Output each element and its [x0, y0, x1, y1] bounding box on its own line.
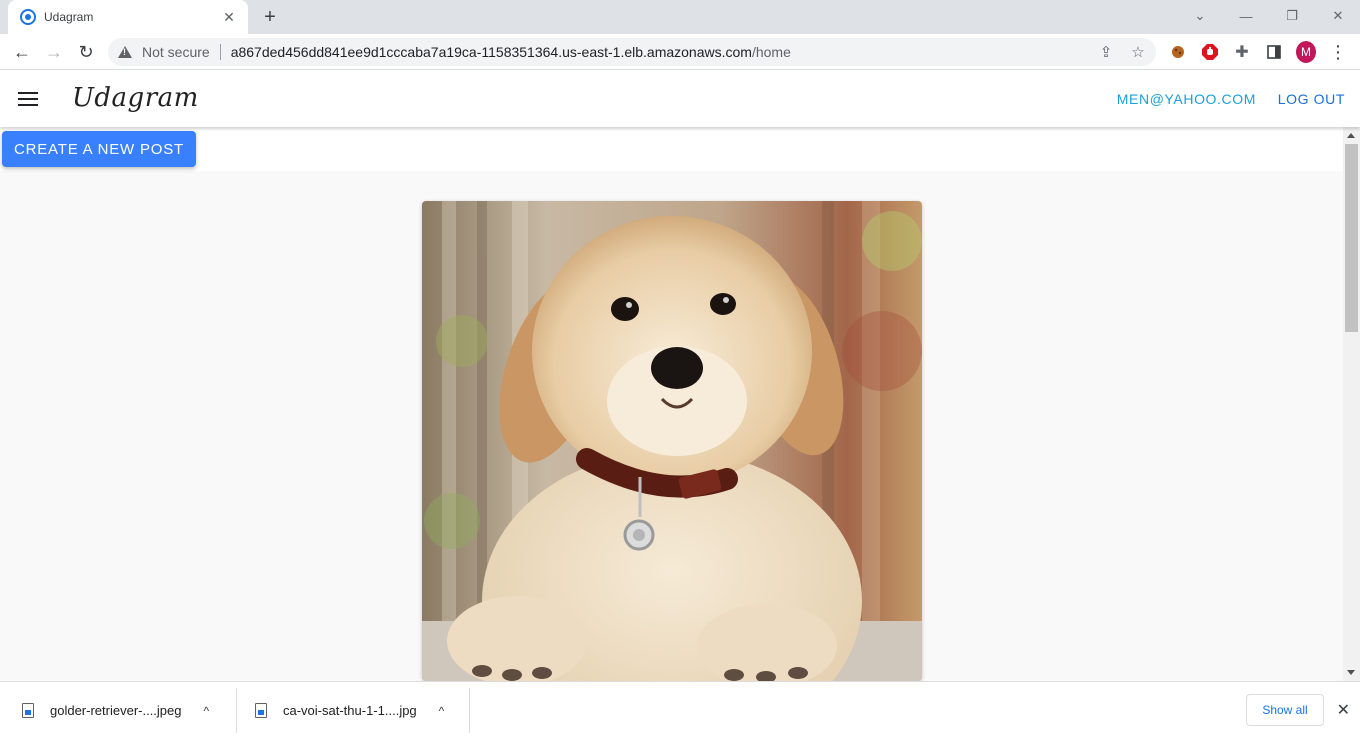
warning-icon[interactable] — [118, 46, 132, 58]
show-all-downloads-button[interactable]: Show all — [1246, 694, 1324, 726]
tab-title: Udagram — [44, 10, 94, 24]
puppy-image — [422, 201, 922, 681]
scroll-thumb[interactable] — [1345, 144, 1358, 332]
profile-initial: M — [1296, 41, 1316, 63]
close-shelf-icon[interactable]: ✕ — [1337, 700, 1350, 720]
app-header: Udagram MEN@YAHOO.COM LOG OUT — [0, 71, 1360, 127]
new-tab-button[interactable]: + — [258, 5, 282, 29]
security-label[interactable]: Not secure — [142, 44, 210, 60]
download-filename: golder-retriever-....jpeg — [50, 703, 182, 718]
tab-search-icon[interactable]: ⌄ — [1188, 5, 1212, 27]
download-item[interactable]: ca-voi-sat-thu-1-1....jpg ^ — [237, 688, 470, 733]
logout-button[interactable]: LOG OUT — [1278, 91, 1345, 107]
download-item[interactable]: golder-retriever-....jpeg ^ — [0, 688, 237, 733]
loading-circle-icon — [20, 9, 36, 25]
omnibox-divider — [219, 44, 221, 60]
url-host: a867ded456dd841ee9d1cccaba7a19ca-1158351… — [230, 44, 752, 60]
scroll-down-icon[interactable] — [1347, 670, 1355, 675]
page-scrollbar[interactable] — [1343, 127, 1360, 681]
back-button[interactable]: ← — [8, 38, 36, 66]
extensions-puzzle-icon[interactable]: ✚ — [1232, 42, 1252, 62]
cookie-extension-icon[interactable] — [1168, 42, 1188, 62]
profile-avatar[interactable]: M — [1296, 41, 1316, 63]
page-content: Udagram MEN@YAHOO.COM LOG OUT CREATE A N… — [0, 71, 1360, 681]
url-path: /home — [751, 44, 791, 60]
share-icon[interactable]: ⇪ — [1098, 44, 1114, 61]
action-bar: CREATE A NEW POST — [0, 127, 1343, 171]
restore-button[interactable]: ❐ — [1280, 5, 1304, 27]
download-filename: ca-voi-sat-thu-1-1....jpg — [283, 703, 417, 718]
scroll-up-icon[interactable] — [1347, 133, 1355, 138]
brand-logo[interactable]: Udagram — [72, 83, 199, 113]
url-text[interactable]: a867ded456dd841ee9d1cccaba7a19ca-1158351… — [231, 44, 791, 60]
adblock-extension-icon[interactable] — [1200, 42, 1220, 62]
tab-close-icon[interactable]: ✕ — [220, 8, 238, 26]
feed-item-image[interactable] — [422, 201, 922, 681]
download-shelf: golder-retriever-....jpeg ^ ca-voi-sat-t… — [0, 681, 1360, 738]
close-window-button[interactable]: ✕ — [1326, 5, 1350, 27]
side-panel-icon[interactable] — [1264, 42, 1284, 62]
create-post-button[interactable]: CREATE A NEW POST — [2, 131, 196, 167]
bookmark-star-icon[interactable]: ☆ — [1130, 44, 1146, 61]
browser-tabstrip: Udagram ✕ + ⌄ — ❐ ✕ — [0, 0, 1360, 34]
image-file-icon — [22, 703, 34, 718]
browser-menu-icon[interactable]: ⋮ — [1328, 42, 1348, 62]
image-file-icon — [255, 703, 267, 718]
hamburger-menu-icon[interactable] — [18, 92, 38, 106]
browser-toolbar: ← → ↻ Not secure a867ded456dd841ee9d1ccc… — [0, 34, 1360, 70]
browser-tab-udagram[interactable]: Udagram ✕ — [8, 0, 248, 34]
forward-button[interactable]: → — [40, 38, 68, 66]
chevron-up-icon[interactable]: ^ — [204, 704, 210, 718]
chevron-up-icon[interactable]: ^ — [439, 704, 445, 718]
minimize-button[interactable]: — — [1234, 5, 1258, 27]
address-bar[interactable]: Not secure a867ded456dd841ee9d1cccaba7a1… — [108, 38, 1156, 66]
user-email-link[interactable]: MEN@YAHOO.COM — [1117, 91, 1256, 107]
reload-button[interactable]: ↻ — [72, 38, 100, 66]
